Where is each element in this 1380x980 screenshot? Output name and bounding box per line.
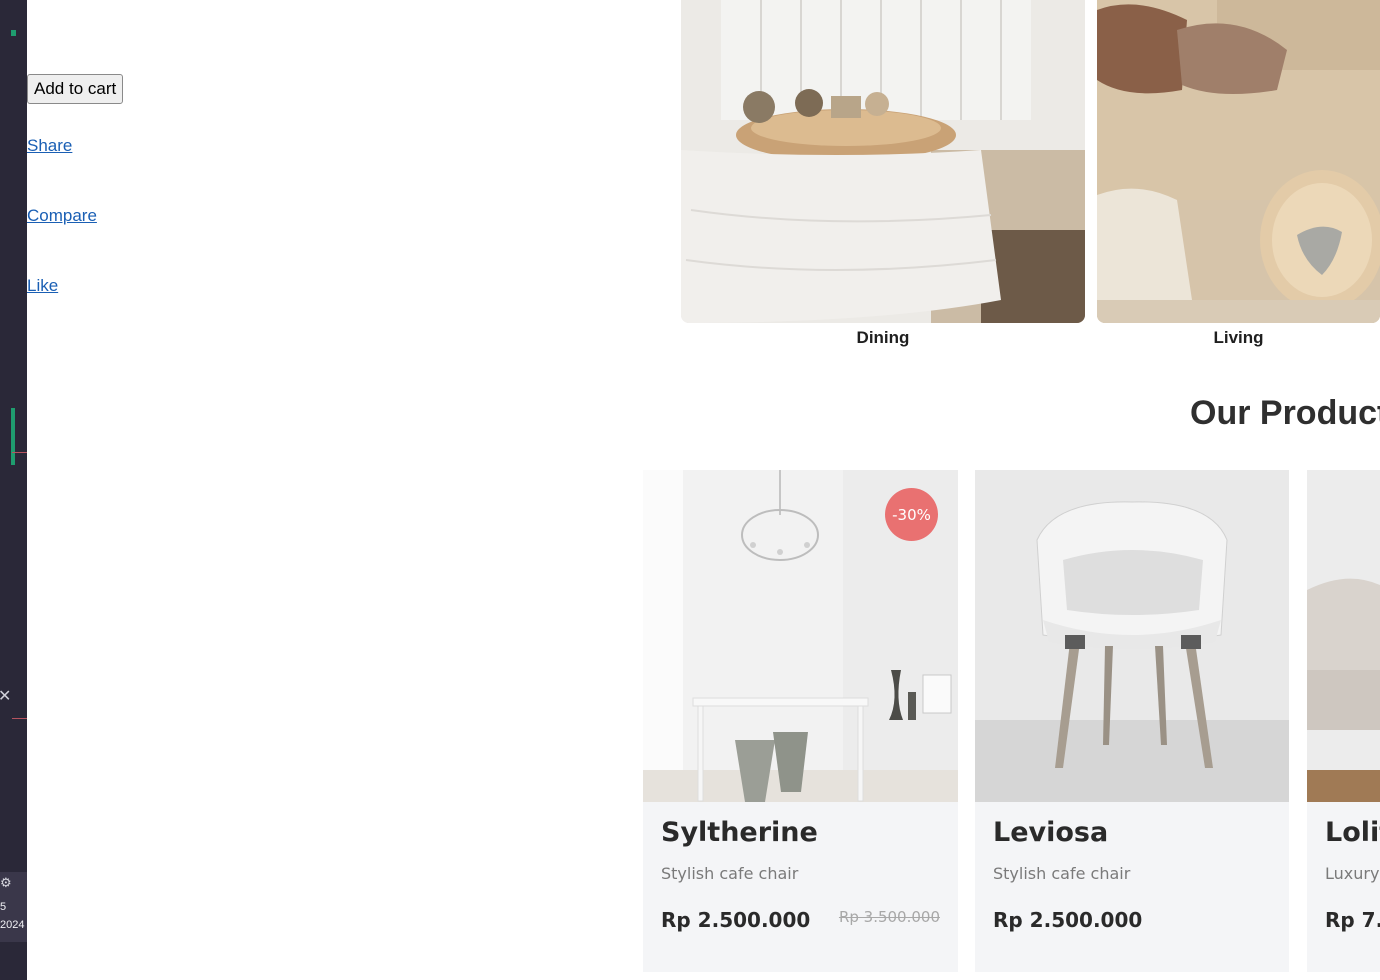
active-indicator-bar [11, 408, 15, 465]
product-card-leviosa[interactable]: Leviosa Stylish cafe chair Rp 2.500.000 [975, 470, 1289, 972]
close-icon[interactable]: ✕ [0, 686, 11, 705]
discount-badge: -30% [885, 488, 938, 541]
product-card-lolito[interactable]: Lolito Luxury big sofa Rp 7.000.000 [1307, 470, 1380, 972]
taskbar-clock-time[interactable]: 5 [0, 901, 6, 913]
product-name: Leviosa [993, 817, 1109, 848]
room-label: Dining [856, 328, 910, 347]
room-card-living[interactable]: Living [1097, 0, 1380, 350]
side-panel-strip: ✕ ⚙ 5 2024 [0, 0, 27, 980]
product-description: Stylish cafe chair [993, 864, 1131, 883]
product-description: Stylish cafe chair [661, 864, 799, 883]
product-name: Lolito [1325, 817, 1380, 848]
like-link[interactable]: Like [27, 276, 58, 296]
living-room-image [1097, 0, 1380, 323]
product-name: Syltherine [661, 817, 818, 848]
share-link[interactable]: Share [27, 136, 72, 156]
product-card-syltherine[interactable]: -30% Syltherine Stylish cafe chair Rp 2.… [643, 470, 958, 972]
product-image [1307, 470, 1380, 802]
add-to-cart-button[interactable]: Add to cart [27, 74, 124, 104]
product-description: Luxury big sofa [1325, 864, 1380, 883]
taskbar-clock-date[interactable]: 2024 [0, 919, 24, 931]
room-label: Living [1213, 328, 1264, 347]
network-icon[interactable]: ⚙ [0, 876, 12, 891]
product-price: Rp 7.000.000 [1325, 908, 1380, 932]
product-old-price: Rp 3.500.000 [838, 908, 940, 926]
product-price: Rp 2.500.000 [661, 908, 811, 932]
product-image [975, 470, 1289, 802]
status-dot [11, 30, 16, 36]
dining-room-image [681, 0, 1085, 323]
divider-line [12, 718, 27, 719]
compare-link[interactable]: Compare [27, 206, 97, 226]
product-price: Rp 2.500.000 [993, 908, 1143, 932]
room-card-dining[interactable]: Dining [681, 0, 1085, 350]
section-title: Our Products [1190, 394, 1380, 432]
divider-line [12, 452, 27, 453]
